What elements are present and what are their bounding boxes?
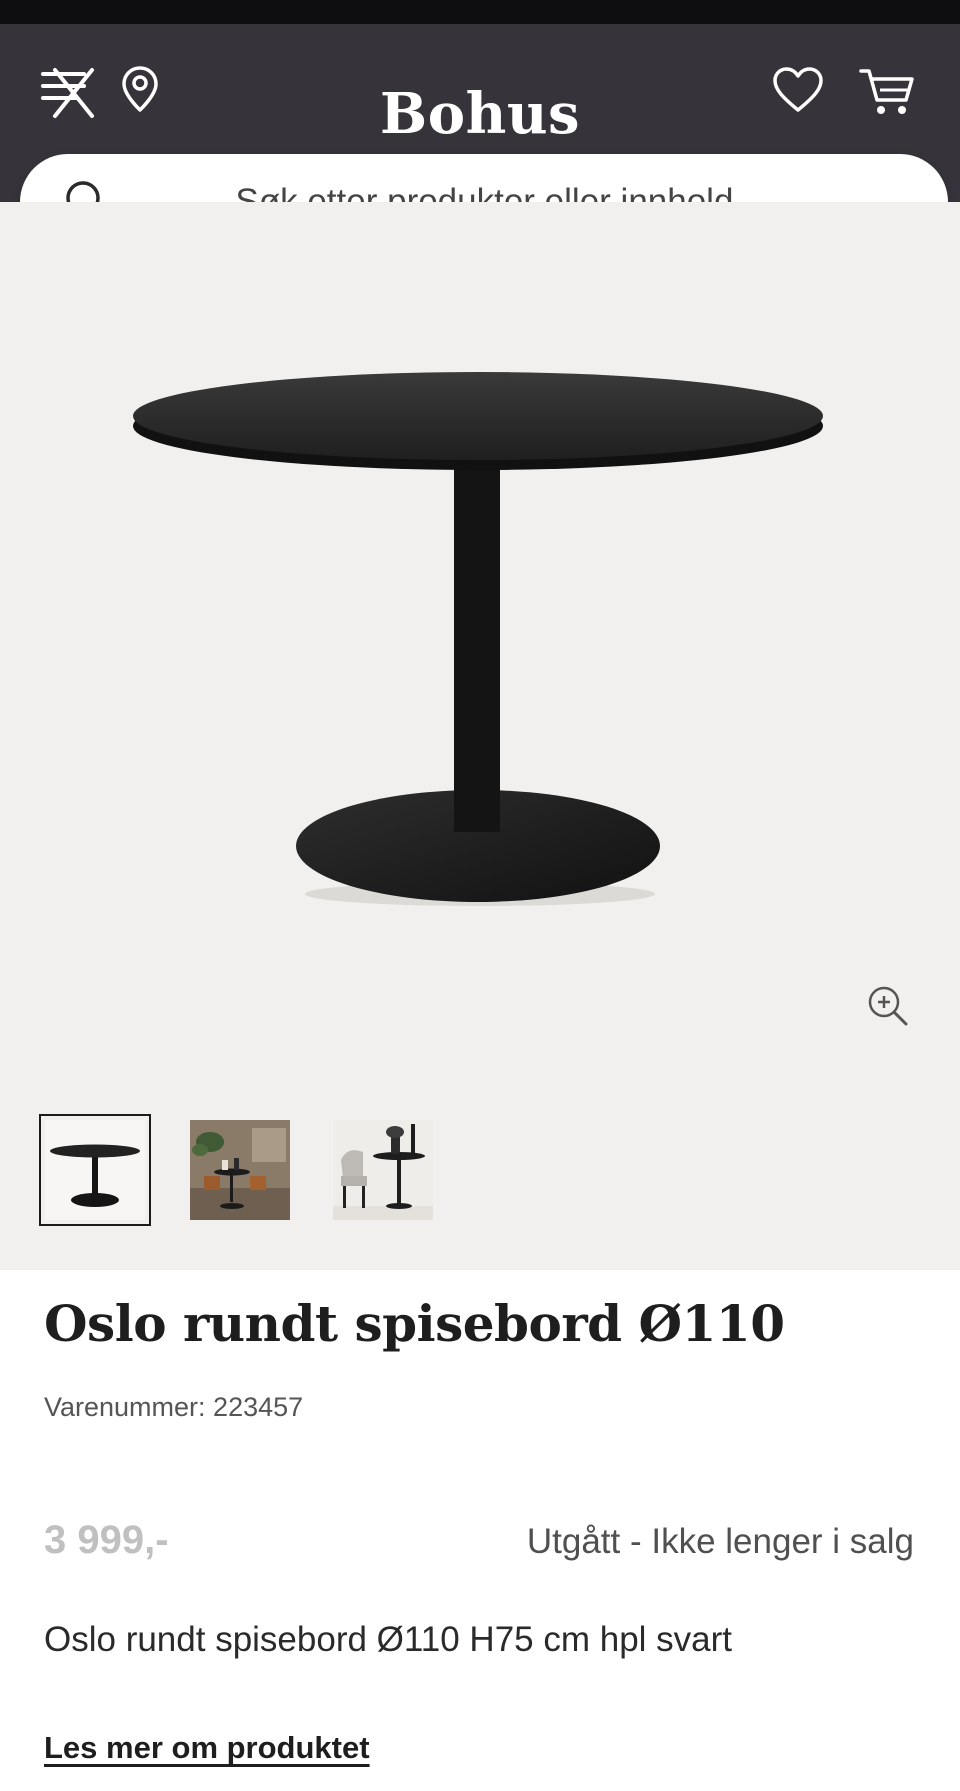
heart-icon[interactable]: [772, 66, 824, 114]
cart-icon[interactable]: [858, 66, 916, 118]
product-sku: Varenummer: 223457: [44, 1392, 304, 1422]
product-main-image[interactable]: [0, 202, 960, 1102]
thumbnail-dining-room-scene[interactable]: [190, 1120, 290, 1220]
product-image-gallery: [0, 202, 960, 1270]
product-price: 3 999,-: [44, 1518, 169, 1562]
availability-status: Utgått - Ikke lenger i salg: [526, 1522, 914, 1561]
thumbnail-table-with-chair[interactable]: [333, 1120, 433, 1220]
product-short-description: Oslo rundt spisebord Ø110 H75 cm hpl sva…: [44, 1620, 733, 1659]
product-title: Oslo rundt spisebord Ø110: [44, 1294, 785, 1353]
thumbnail-table-product[interactable]: [39, 1114, 151, 1226]
product-info: Oslo rundt spisebord Ø110 Varenummer: 22…: [0, 1270, 960, 1791]
status-bar: [0, 0, 960, 24]
zoom-in-icon[interactable]: [862, 980, 916, 1034]
read-more-link[interactable]: Les mer om produktet: [44, 1730, 370, 1766]
